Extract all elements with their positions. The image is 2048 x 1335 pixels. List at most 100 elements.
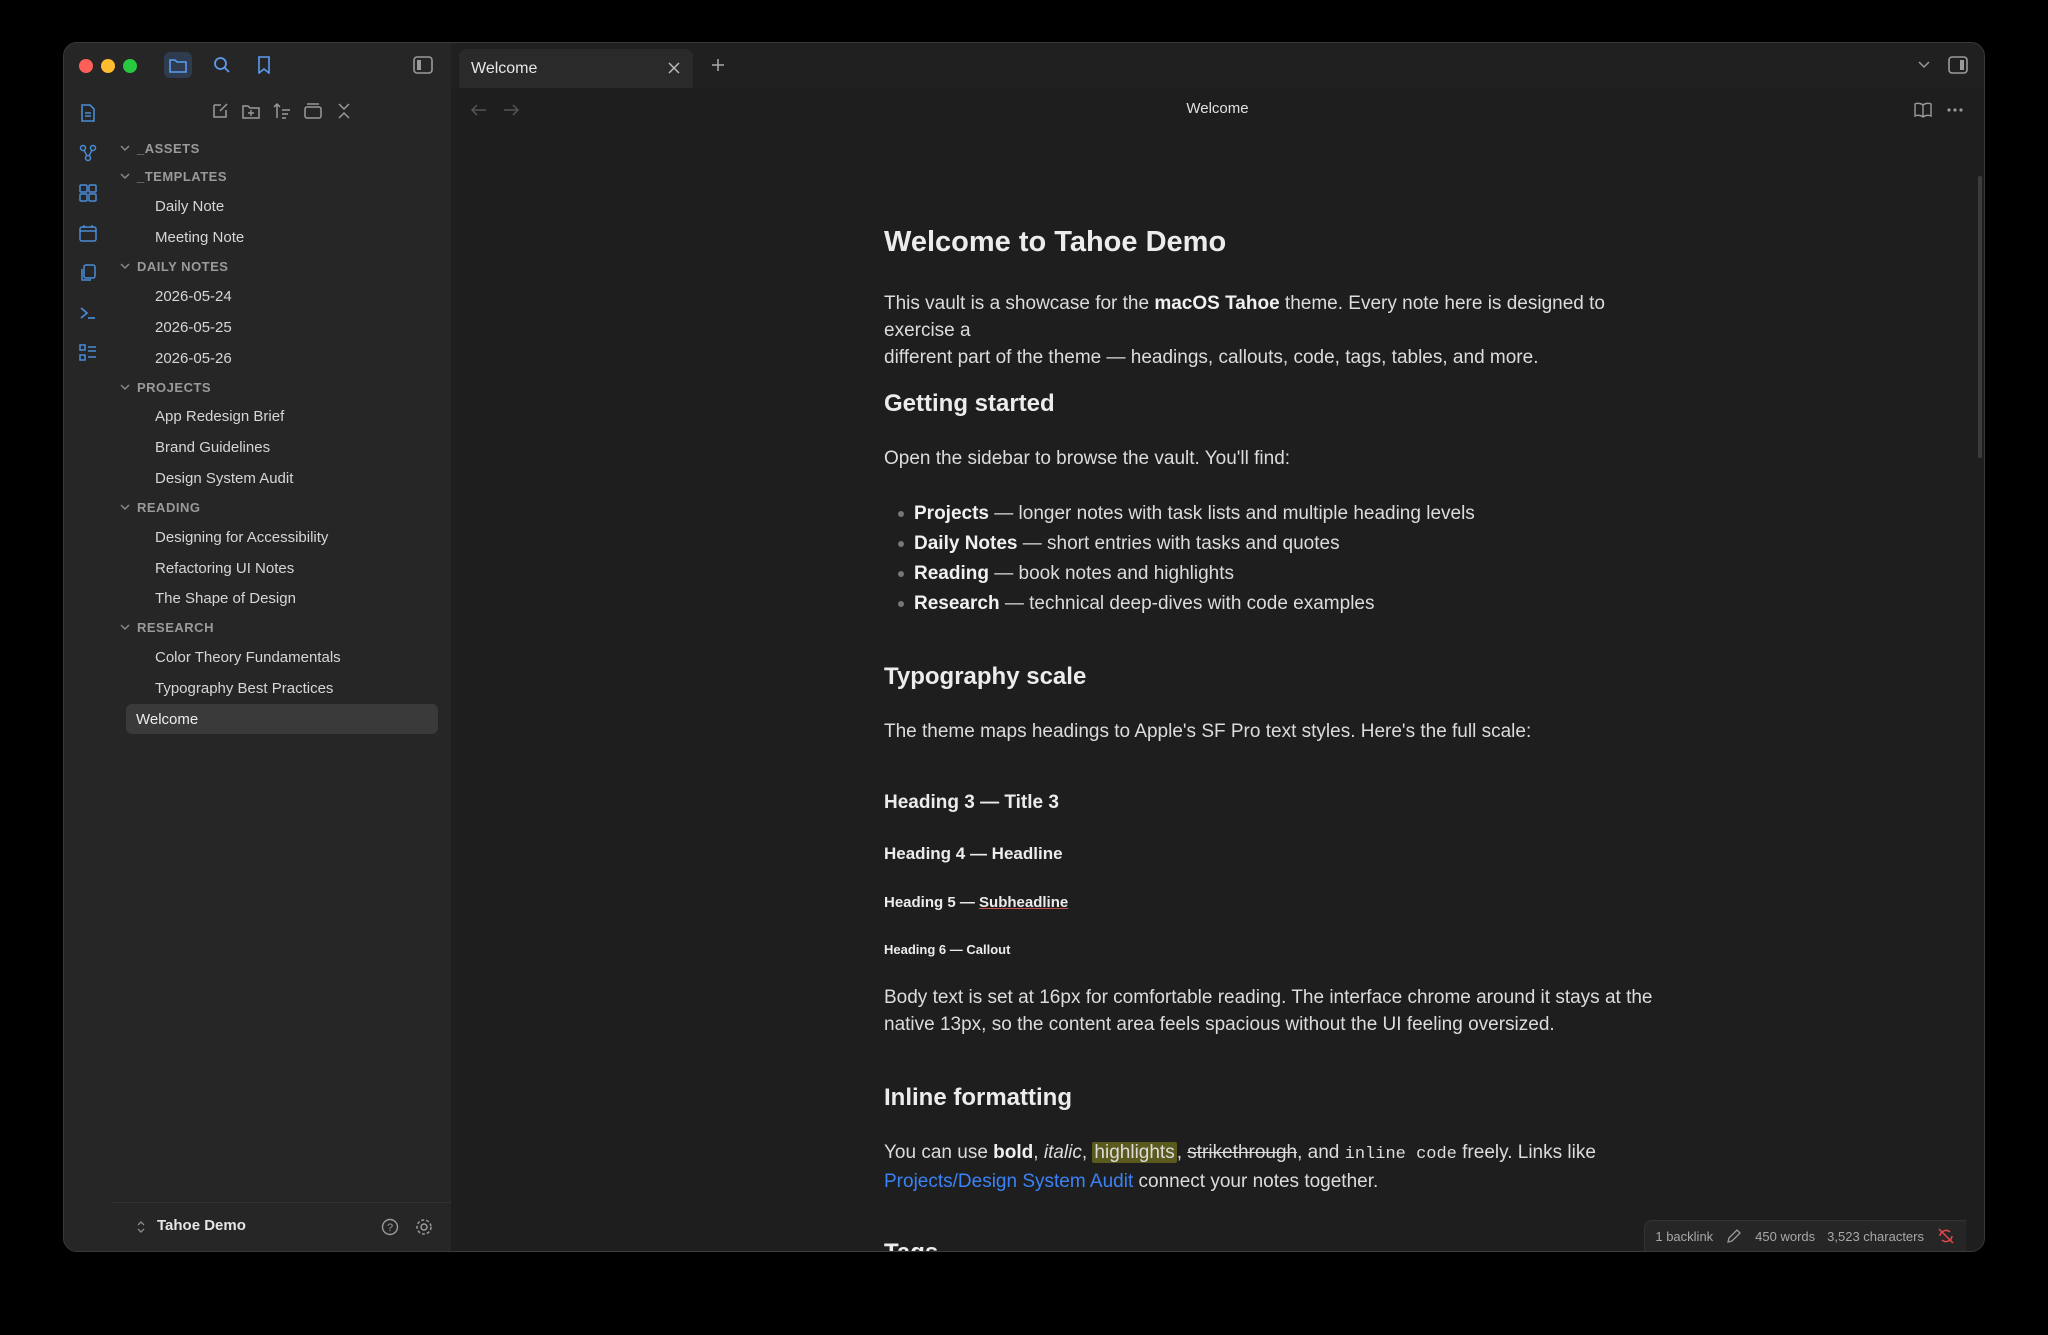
folder-daily-notes[interactable]: DAILY NOTES	[113, 252, 451, 280]
new-note-icon[interactable]	[209, 100, 231, 122]
close-window-button[interactable]	[79, 59, 93, 73]
minimize-window-button[interactable]	[101, 59, 115, 73]
file-label: Typography Best Practices	[155, 679, 334, 697]
new-tab-icon[interactable]	[707, 54, 729, 76]
vault-switch-icon[interactable]	[133, 1218, 149, 1236]
file-item[interactable]: 2026-05-25	[113, 313, 451, 341]
reading-view-icon[interactable]	[1912, 99, 1934, 121]
folder-label: DAILY NOTES	[137, 258, 229, 274]
heading-3-sample: Heading 3 — Title 3	[884, 792, 1059, 813]
heading-6-sample: Heading 6 — Callout	[884, 942, 1011, 957]
maximize-window-button[interactable]	[123, 59, 137, 73]
chevron-down-icon	[120, 624, 130, 631]
folder-reading[interactable]: READING	[113, 493, 451, 521]
list-item-bold: Daily Notes	[914, 533, 1018, 554]
inline-bold: bold	[993, 1142, 1034, 1163]
inline-text: ,	[1176, 1142, 1188, 1163]
bookmark-icon[interactable]	[252, 53, 276, 77]
editor-pane: Welcome Welcome to Tahoe Demo This vault…	[451, 88, 1984, 1251]
file-label: 2026-05-25	[155, 318, 232, 336]
canvas-icon[interactable]	[76, 181, 100, 205]
file-label: Welcome	[136, 710, 199, 728]
collapse-view-icon[interactable]	[302, 100, 324, 122]
file-label: Design System Audit	[155, 469, 294, 487]
file-label: 2026-05-26	[155, 349, 232, 367]
list-item-bold: Reading	[914, 563, 989, 584]
bullet-dot	[898, 510, 904, 517]
heading-tags: Tags	[884, 1239, 938, 1251]
backlink-count[interactable]: 1 backlink	[1655, 1229, 1713, 1244]
toggle-right-sidebar-icon[interactable]	[1946, 54, 1970, 76]
tab-list-chevron-down-icon[interactable]	[1914, 55, 1934, 75]
sync-status-icon[interactable]	[1936, 1226, 1956, 1246]
body-line-1: Body text is set at 16px for comfortable…	[884, 987, 1653, 1008]
bullet-dot	[898, 600, 904, 607]
scrollbar-thumb[interactable]	[1978, 176, 1982, 458]
internal-link[interactable]: Projects/Design System Audit	[884, 1171, 1133, 1192]
sort-icon[interactable]	[271, 100, 293, 122]
file-label: App Redesign Brief	[155, 407, 285, 425]
folder-label: _ASSETS	[137, 140, 200, 156]
close-icon[interactable]	[665, 59, 683, 77]
collapse-all-icon[interactable]	[333, 100, 355, 122]
help-icon[interactable]: ?	[379, 1216, 401, 1238]
note-header-title: Welcome	[1186, 100, 1249, 117]
character-count: 3,523 characters	[1827, 1228, 1924, 1244]
file-item[interactable]: Typography Best Practices	[113, 674, 451, 702]
pencil-icon[interactable]	[1725, 1227, 1743, 1245]
folder-templates[interactable]: _TEMPLATES	[113, 162, 451, 190]
intro-paragraph: This vault is a showcase for the macOS T…	[884, 290, 1674, 371]
file-item[interactable]: Refactoring UI Notes	[113, 554, 451, 582]
graph-icon[interactable]	[76, 141, 100, 165]
open-sidebar-paragraph: Open the sidebar to browse the vault. Yo…	[884, 448, 1291, 469]
word-count: 450 words	[1755, 1228, 1816, 1244]
inline-text: ,	[1081, 1142, 1093, 1163]
chevron-down-icon	[120, 504, 130, 511]
body-text-paragraph: Body text is set at 16px for comfortable…	[884, 984, 1653, 1038]
folder-assets[interactable]: _ASSETS	[113, 134, 451, 162]
file-item-active[interactable]: Welcome	[126, 704, 438, 734]
calendar-icon[interactable]	[76, 221, 100, 245]
file-item[interactable]: Design System Audit	[113, 464, 451, 492]
files-icon[interactable]	[164, 52, 192, 78]
file-item[interactable]: Daily Note	[113, 192, 451, 220]
file-item[interactable]: App Redesign Brief	[113, 402, 451, 430]
folder-label: READING	[137, 499, 201, 515]
folder-projects[interactable]: PROJECTS	[113, 373, 451, 401]
file-label: 2026-05-24	[155, 287, 232, 305]
bullet-dot	[898, 540, 904, 547]
bullet-dot	[898, 570, 904, 577]
file-item[interactable]: 2026-05-24	[113, 282, 451, 310]
search-icon[interactable]	[210, 53, 234, 77]
intro-text-a: This vault is a showcase for the	[884, 293, 1155, 314]
heading-4-sample: Heading 4 — Headline	[884, 844, 1063, 863]
file-item[interactable]: Meeting Note	[113, 223, 451, 251]
list-item: Reading — book notes and highlights	[898, 560, 1658, 590]
inline-text: , and	[1297, 1142, 1345, 1163]
status-bar: 1 backlink 450 words 3,523 characters	[1644, 1220, 1966, 1251]
terminal-icon[interactable]	[76, 301, 100, 325]
file-label: Color Theory Fundamentals	[155, 648, 341, 666]
file-item[interactable]: Brand Guidelines	[113, 433, 451, 461]
new-folder-icon[interactable]	[240, 100, 262, 122]
toggle-sidebar-icon[interactable]	[411, 53, 435, 77]
inline-text: connect your notes together.	[1133, 1171, 1379, 1192]
copy-icon[interactable]	[76, 261, 100, 285]
file-item[interactable]: Color Theory Fundamentals	[113, 643, 451, 671]
folder-label: PROJECTS	[137, 379, 212, 395]
more-options-icon[interactable]	[1944, 99, 1966, 121]
tab-welcome[interactable]: Welcome	[459, 49, 693, 88]
file-item[interactable]: Designing for Accessibility	[113, 523, 451, 551]
file-icon[interactable]	[76, 101, 100, 125]
inline-text: ,	[1033, 1142, 1044, 1163]
file-item[interactable]: 2026-05-26	[113, 344, 451, 372]
file-item[interactable]: The Shape of Design	[113, 584, 451, 612]
titlebar-left	[64, 43, 451, 88]
vault-name[interactable]: Tahoe Demo	[157, 1217, 246, 1234]
settings-gear-icon[interactable]	[413, 1216, 435, 1238]
list-item: Research — technical deep-dives with cod…	[898, 590, 1658, 620]
file-label: Brand Guidelines	[155, 438, 271, 456]
folder-research[interactable]: RESEARCH	[113, 613, 451, 641]
inline-highlight: highlights	[1092, 1142, 1177, 1163]
list-icon[interactable]	[76, 341, 100, 365]
